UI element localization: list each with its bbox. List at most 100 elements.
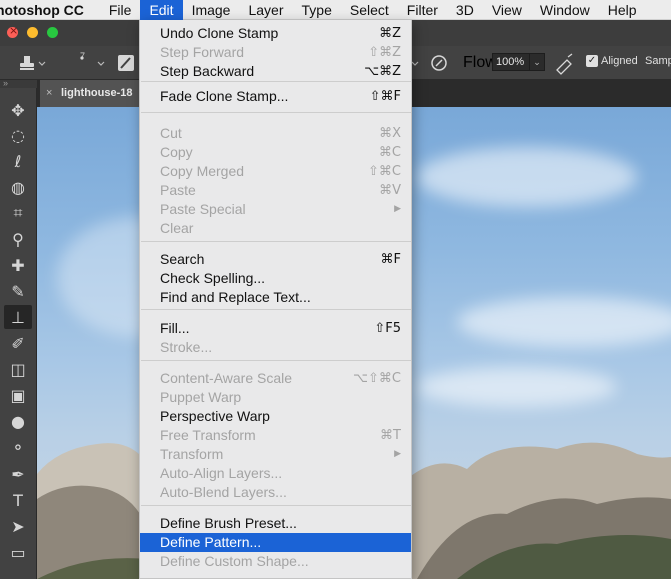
app-menu[interactable]: hotoshop CC [0, 2, 100, 18]
close-tab-icon[interactable]: × [46, 80, 52, 107]
menu-item-define-custom-shape: Define Custom Shape... [140, 552, 411, 571]
menu-item-check-spelling[interactable]: Check Spelling... [140, 269, 411, 288]
menu-separator [141, 241, 411, 242]
tool-preset-picker-icon[interactable] [16, 46, 46, 80]
menu-image[interactable]: Image [183, 0, 240, 20]
menu-type[interactable]: Type [293, 0, 341, 20]
sky-cloud [417, 367, 617, 407]
menu-item-label: Perspective Warp [160, 408, 270, 424]
menu-filter[interactable]: Filter [398, 0, 447, 20]
menu-item-define-brush-preset[interactable]: Define Brush Preset... [140, 514, 411, 533]
menu-item-cut: Cut ⌘X [140, 124, 411, 143]
menu-separator [141, 81, 411, 82]
brush-tool-icon[interactable]: ✎ [4, 279, 32, 303]
menu-item-perspective-warp[interactable]: Perspective Warp [140, 407, 411, 426]
menu-window[interactable]: Window [531, 0, 599, 20]
menu-item-find-and-replace-text[interactable]: Find and Replace Text... [140, 288, 411, 307]
lasso-tool-icon[interactable]: ℓ [4, 149, 32, 173]
path-select-tool-icon[interactable]: ➤ [4, 514, 32, 538]
menu-item-label: Auto-Align Layers... [160, 465, 283, 481]
sample-label: Samp [645, 55, 671, 67]
brush-settings-icon[interactable] [115, 46, 137, 80]
menu-item-label: Stroke... [160, 339, 213, 355]
close-window-button[interactable] [7, 24, 18, 38]
zoom-window-button[interactable] [47, 27, 58, 38]
menu-item-label: Check Spelling... [160, 270, 266, 286]
menu-item-fade-clone-stamp[interactable]: Fade Clone Stamp... ⇧⌘F [140, 87, 411, 106]
menu-separator [141, 309, 411, 310]
brush-preset-icon[interactable] [70, 46, 110, 80]
document-tab-title: lighthouse-18 [61, 87, 133, 99]
healing-brush-tool-icon[interactable]: ✚ [4, 253, 32, 277]
menu-item-fill[interactable]: Fill... ⇧F5 [140, 319, 411, 338]
rectangle-tool-icon[interactable]: ▭ [4, 540, 32, 564]
menu-item-label: Define Custom Shape... [160, 553, 309, 569]
crop-tool-icon[interactable]: ⌗ [4, 201, 32, 225]
menu-select[interactable]: Select [341, 0, 398, 20]
eraser-tool-icon[interactable]: ◫ [4, 357, 32, 381]
submenu-arrow-icon: ▶ [394, 449, 401, 459]
pressure-opacity-icon[interactable] [430, 46, 450, 80]
menu-item-label: Clear [160, 220, 194, 236]
menu-view[interactable]: View [483, 0, 531, 20]
menu-item-label: Copy Merged [160, 163, 245, 179]
document-tab[interactable]: × lighthouse-18 [40, 80, 140, 107]
sky-cloud [417, 147, 637, 207]
menu-item-label: Step Backward [160, 63, 255, 79]
menu-item-label: Content-Aware Scale [160, 370, 293, 386]
eyedropper-tool-icon[interactable]: ⚲ [4, 227, 32, 251]
airbrush-icon[interactable] [554, 46, 576, 80]
menu-item-paste-special: Paste Special ▶ [140, 200, 411, 219]
minimize-window-button[interactable] [27, 27, 38, 38]
menu-layer[interactable]: Layer [239, 0, 292, 20]
menu-item-free-transform: Free Transform ⌘T [140, 426, 411, 445]
move-tool-icon[interactable]: ✥ [4, 98, 32, 122]
menu-item-undo-clone-stamp[interactable]: Undo Clone Stamp ⌘Z [140, 24, 411, 43]
menu-item-define-pattern[interactable]: Define Pattern... [140, 533, 411, 552]
pen-tool-icon[interactable]: ✒ [4, 462, 32, 486]
menu-item-auto-align-layers: Auto-Align Layers... [140, 464, 411, 483]
menu-item-shortcut: ⌥⇧⌘C [353, 371, 401, 386]
marquee-tool-icon[interactable]: ◌ [4, 123, 32, 147]
menu-item-search[interactable]: Search ⌘F [140, 250, 411, 269]
tools-panel-collapse-handle[interactable]: » [0, 79, 37, 88]
menu-file[interactable]: File [100, 0, 141, 20]
menu-edit[interactable]: Edit [140, 0, 183, 20]
menu-item-paste: Paste ⌘V [140, 181, 411, 200]
history-brush-tool-icon[interactable]: ✐ [4, 331, 32, 355]
blur-tool-icon[interactable]: ● [4, 409, 32, 433]
menu-item-label: Undo Clone Stamp [160, 25, 279, 41]
menu-item-auto-blend-layers: Auto-Blend Layers... [140, 483, 411, 502]
menu-item-label: Define Pattern... [160, 534, 262, 550]
clone-stamp-tool-icon[interactable]: ⊥ [4, 305, 32, 329]
menu-item-stroke: Stroke... [140, 338, 411, 357]
type-tool-icon[interactable]: T [4, 488, 32, 512]
menu-item-label: Paste [160, 182, 196, 198]
menu-item-label: Copy [160, 144, 193, 160]
menu-3d[interactable]: 3D [447, 0, 483, 20]
menu-item-shortcut: ⇧⌘F [369, 89, 401, 104]
dodge-tool-icon[interactable]: ⚬ [4, 435, 32, 459]
menu-item-label: Search [160, 251, 205, 267]
menu-item-label: Define Brush Preset... [160, 515, 297, 531]
menu-item-label: Transform [160, 446, 224, 462]
tools-panel: ✥ ◌ ℓ ◍ ⌗ ⚲ ✚ ✎ ⊥ ✐ ◫ ▣ ● ⚬ ✒ T ➤ ▭ [0, 88, 37, 579]
edit-menu-dropdown: Undo Clone Stamp ⌘Z Step Forward ⇧⌘Z Step Ba… [139, 20, 412, 579]
menu-bar: hotoshop CC File Edit Image Layer Type S… [0, 0, 671, 20]
flow-dropdown-button[interactable]: ⌄ [530, 53, 545, 71]
menu-help[interactable]: Help [599, 0, 646, 20]
flow-input[interactable]: 100% [492, 53, 530, 71]
menu-item-label: Paste Special [160, 201, 246, 217]
quick-select-tool-icon[interactable]: ◍ [4, 175, 32, 199]
menu-item-shortcut: ⇧⌘C [368, 164, 401, 179]
menu-separator [141, 505, 411, 506]
menu-item-label: Auto-Blend Layers... [160, 484, 287, 500]
menu-item-step-backward[interactable]: Step Backward ⌥⌘Z [140, 62, 411, 81]
aligned-checkbox[interactable]: ✓ [586, 55, 598, 67]
gradient-tool-icon[interactable]: ▣ [4, 383, 32, 407]
menu-item-label: Cut [160, 125, 182, 141]
menu-item-copy-merged: Copy Merged ⇧⌘C [140, 162, 411, 181]
menu-item-shortcut: ⇧⌘Z [368, 45, 401, 60]
menu-item-label: Fill... [160, 320, 190, 336]
menu-item-step-forward: Step Forward ⇧⌘Z [140, 43, 411, 62]
